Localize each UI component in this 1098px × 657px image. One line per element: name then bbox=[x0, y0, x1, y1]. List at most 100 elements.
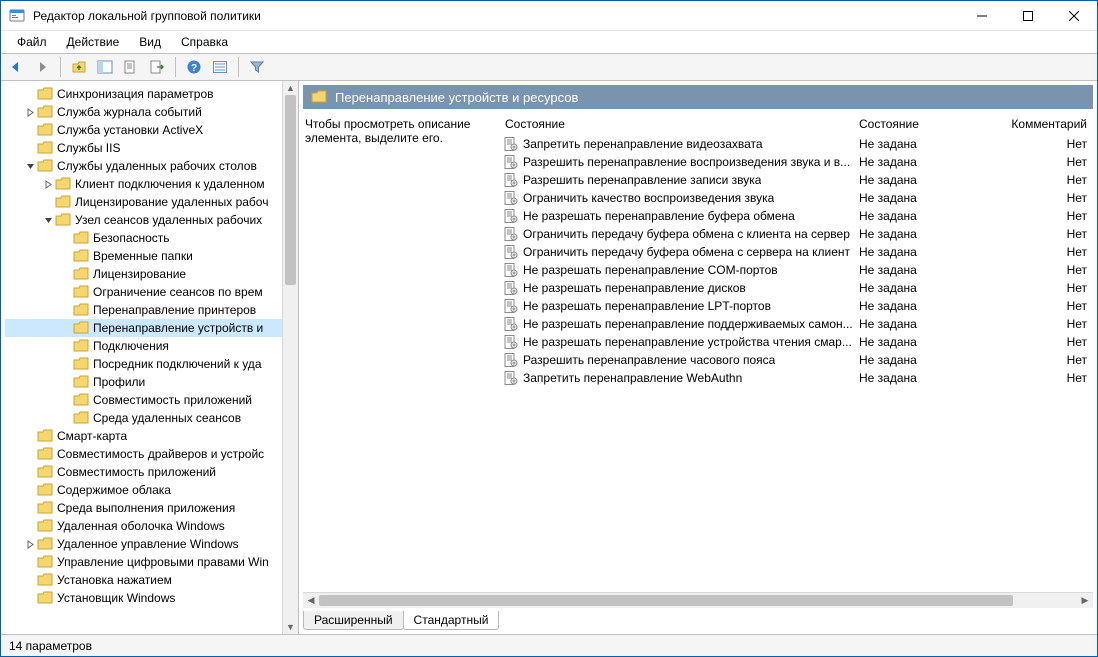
category-header: Перенаправление устройств и ресурсов bbox=[303, 85, 1093, 109]
menu-view[interactable]: Вид bbox=[129, 33, 171, 51]
scrollbar-thumb[interactable] bbox=[285, 95, 296, 285]
expand-icon[interactable] bbox=[23, 540, 37, 549]
tree-item[interactable]: Удаленное управление Windows bbox=[5, 535, 282, 553]
tree-item[interactable]: Ограничение сеансов по врем bbox=[5, 283, 282, 301]
tree-item-label: Служба журнала событий bbox=[57, 105, 202, 119]
tree[interactable]: Синхронизация параметров Служба журнала с… bbox=[1, 81, 282, 634]
menu-file[interactable]: Файл bbox=[7, 33, 57, 51]
expand-icon[interactable] bbox=[23, 108, 37, 117]
folder-icon bbox=[37, 446, 53, 462]
tree-item[interactable]: Лицензирование удаленных рабоч bbox=[5, 193, 282, 211]
policy-row[interactable]: Не разрешать перенаправление дисков Не за… bbox=[503, 279, 1093, 297]
folder-icon bbox=[37, 86, 53, 102]
maximize-button[interactable] bbox=[1005, 1, 1051, 31]
scroll-right-arrow-icon[interactable]: ▶ bbox=[1077, 593, 1093, 608]
policy-name: Не разрешать перенаправление дисков bbox=[523, 281, 746, 295]
tree-item[interactable]: Установщик Windows bbox=[5, 589, 282, 607]
column-header-name[interactable]: Состояние bbox=[503, 117, 859, 131]
show-hide-tree-button[interactable] bbox=[94, 56, 116, 78]
policy-name: Ограничить качество воспроизведения звук… bbox=[523, 191, 774, 205]
nav-forward-button[interactable] bbox=[31, 56, 53, 78]
tree-item[interactable]: Установка нажатием bbox=[5, 571, 282, 589]
policy-setting-icon bbox=[503, 136, 519, 152]
tree-item[interactable]: Перенаправление устройств и bbox=[5, 319, 282, 337]
policy-row[interactable]: Не разрешать перенаправление буфера обме… bbox=[503, 207, 1093, 225]
tree-item[interactable]: Служба установки ActiveX bbox=[5, 121, 282, 139]
folder-icon bbox=[37, 464, 53, 480]
policy-row[interactable]: Запретить перенаправление видеозахватаНе… bbox=[503, 135, 1093, 153]
policy-row[interactable]: Запретить перенаправление WebAuthnНе зад… bbox=[503, 369, 1093, 387]
menubar: Файл Действие Вид Справка bbox=[1, 31, 1097, 53]
tree-item[interactable]: Узел сеансов удаленных рабочих bbox=[5, 211, 282, 229]
folder-icon bbox=[311, 89, 327, 105]
list-horizontal-scrollbar[interactable]: ◀ ▶ bbox=[303, 592, 1093, 608]
policy-setting-icon bbox=[503, 244, 519, 260]
tree-item[interactable]: Удаленная оболочка Windows bbox=[5, 517, 282, 535]
nav-back-button[interactable] bbox=[5, 56, 27, 78]
policy-row[interactable]: Разрешить перенаправление воспроизведени… bbox=[503, 153, 1093, 171]
collapse-icon[interactable] bbox=[23, 162, 37, 171]
tree-item[interactable]: Среда выполнения приложения bbox=[5, 499, 282, 517]
tab-extended[interactable]: Расширенный bbox=[303, 611, 404, 630]
tree-item[interactable]: Безопасность bbox=[5, 229, 282, 247]
tree-item[interactable]: Совместимость драйверов и устройс bbox=[5, 445, 282, 463]
collapse-icon[interactable] bbox=[41, 216, 55, 225]
policy-row[interactable]: Не разрешать перенаправление COM-портовН… bbox=[503, 261, 1093, 279]
tree-item[interactable]: Смарт-карта bbox=[5, 427, 282, 445]
folder-icon bbox=[73, 392, 89, 408]
tree-item[interactable]: Служба журнала событий bbox=[5, 103, 282, 121]
policy-name: Ограничить передачу буфера обмена с серв… bbox=[523, 245, 850, 259]
tree-item[interactable]: Временные папки bbox=[5, 247, 282, 265]
tab-standard[interactable]: Стандартный bbox=[403, 611, 500, 630]
policy-row[interactable]: Разрешить перенаправление записи звукаНе… bbox=[503, 171, 1093, 189]
tree-item[interactable]: Службы IIS bbox=[5, 139, 282, 157]
policy-state: Не задана bbox=[859, 281, 1007, 295]
properties-button[interactable] bbox=[120, 56, 142, 78]
scroll-left-arrow-icon[interactable]: ◀ bbox=[303, 593, 319, 608]
column-header-state[interactable]: Состояние bbox=[859, 117, 1007, 131]
policy-row[interactable]: Ограничить передачу буфера обмена с серв… bbox=[503, 243, 1093, 261]
tree-item[interactable]: Синхронизация параметров bbox=[5, 85, 282, 103]
policy-row[interactable]: Не разрешать перенаправление поддерживае… bbox=[503, 315, 1093, 333]
up-level-button[interactable] bbox=[68, 56, 90, 78]
scroll-up-arrow-icon[interactable]: ▲ bbox=[283, 81, 298, 95]
tree-item-label: Ограничение сеансов по врем bbox=[93, 285, 263, 299]
tree-item-label: Профили bbox=[93, 375, 145, 389]
policy-comment: Нет bbox=[1007, 263, 1093, 277]
tree-item[interactable]: Клиент подключения к удаленном bbox=[5, 175, 282, 193]
menu-help[interactable]: Справка bbox=[171, 33, 238, 51]
policy-row[interactable]: Не разрешать перенаправление устройства … bbox=[503, 333, 1093, 351]
tree-item[interactable]: Посредник подключений к уда bbox=[5, 355, 282, 373]
menu-action[interactable]: Действие bbox=[57, 33, 130, 51]
tree-item[interactable]: Среда удаленных сеансов bbox=[5, 409, 282, 427]
policy-row[interactable]: Разрешить перенаправление часового пояса… bbox=[503, 351, 1093, 369]
tree-item[interactable]: Службы удаленных рабочих столов bbox=[5, 157, 282, 175]
close-button[interactable] bbox=[1051, 1, 1097, 31]
export-button[interactable] bbox=[146, 56, 168, 78]
tree-item-label: Службы IIS bbox=[57, 141, 120, 155]
minimize-button[interactable] bbox=[959, 1, 1005, 31]
tree-item[interactable]: Профили bbox=[5, 373, 282, 391]
policy-comment: Нет bbox=[1007, 317, 1093, 331]
tree-item[interactable]: Совместимость приложений bbox=[5, 463, 282, 481]
settings-list-button[interactable] bbox=[209, 56, 231, 78]
policy-row[interactable]: Ограничить качество воспроизведения звук… bbox=[503, 189, 1093, 207]
tree-item[interactable]: Содержимое облака bbox=[5, 481, 282, 499]
tree-item[interactable]: Лицензирование bbox=[5, 265, 282, 283]
tree-vertical-scrollbar[interactable]: ▲ ▼ bbox=[282, 81, 298, 634]
list-body[interactable]: Запретить перенаправление видеозахватаНе… bbox=[503, 135, 1093, 588]
expand-icon[interactable] bbox=[41, 180, 55, 189]
policy-row[interactable]: Ограничить передачу буфера обмена с клие… bbox=[503, 225, 1093, 243]
tree-item-label: Перенаправление устройств и bbox=[93, 321, 263, 335]
scroll-down-arrow-icon[interactable]: ▼ bbox=[283, 620, 298, 634]
tree-item[interactable]: Управление цифровыми правами Win bbox=[5, 553, 282, 571]
column-header-comment[interactable]: Комментарий bbox=[1007, 117, 1093, 131]
scrollbar-thumb[interactable] bbox=[319, 595, 1013, 606]
tree-item[interactable]: Совместимость приложений bbox=[5, 391, 282, 409]
help-button[interactable]: ? bbox=[183, 56, 205, 78]
tree-item[interactable]: Перенаправление принтеров bbox=[5, 301, 282, 319]
tree-item[interactable]: Подключения bbox=[5, 337, 282, 355]
policy-state: Не задана bbox=[859, 173, 1007, 187]
filter-button[interactable] bbox=[246, 56, 268, 78]
policy-row[interactable]: Не разрешать перенаправление LPT-портовН… bbox=[503, 297, 1093, 315]
